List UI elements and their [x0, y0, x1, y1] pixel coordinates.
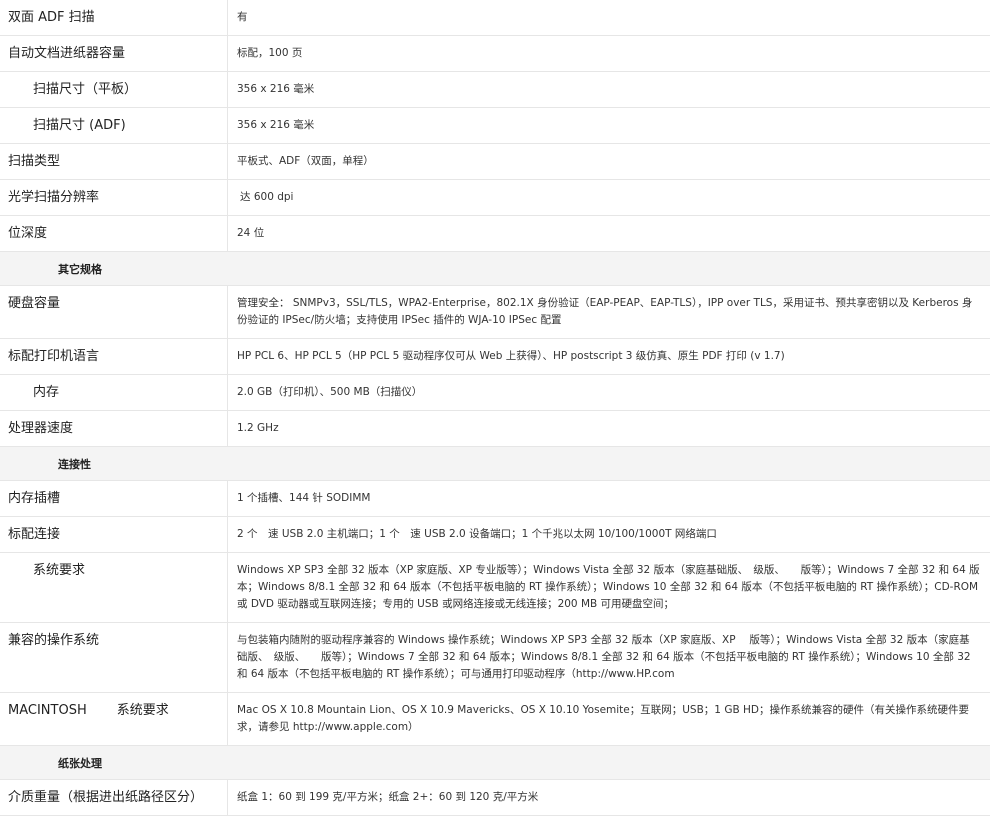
spec-label: 系统要求: [0, 553, 228, 623]
spec-label: 标配连接: [0, 517, 228, 553]
spec-row: 双面 ADF 扫描 有: [0, 0, 990, 36]
spec-value: 24 位: [228, 216, 990, 252]
spec-value: HP PCL 6、HP PCL 5（HP PCL 5 驱动程序仅可从 Web 上…: [228, 339, 990, 375]
spec-row: 扫描尺寸 (ADF) 356 x 216 毫米: [0, 108, 990, 144]
spec-value: 1 个插槽、144 针 SODIMM: [228, 481, 990, 517]
spec-value: Mac OS X 10.8 Mountain Lion、OS X 10.9 Ma…: [228, 693, 990, 746]
section-header-row: 其它规格: [0, 252, 990, 286]
spec-row: 标配打印机语言 HP PCL 6、HP PCL 5（HP PCL 5 驱动程序仅可…: [0, 339, 990, 375]
spec-label: 扫描尺寸 (ADF): [0, 108, 228, 144]
spec-row: 扫描尺寸（平板） 356 x 216 毫米: [0, 72, 990, 108]
spec-label-text: 扫描类型: [8, 154, 60, 169]
section-header: 连接性: [0, 447, 990, 481]
spec-label-text: 硬盘容量: [8, 296, 60, 311]
spec-label-text: 标配打印机语言: [8, 349, 99, 364]
section-header-row: 连接性: [0, 447, 990, 481]
spec-label: 光学扫描分辨率: [0, 180, 228, 216]
section-header-row: 纸张处理: [0, 746, 990, 780]
spec-value: 356 x 216 毫米: [228, 72, 990, 108]
spec-label: 双面 ADF 扫描: [0, 0, 228, 36]
spec-label: 扫描尺寸（平板）: [0, 72, 228, 108]
spec-row: 硬盘容量 管理安全： SNMPv3，SSL/TLS，WPA2-Enterprise…: [0, 286, 990, 339]
section-header: 纸张处理: [0, 746, 990, 780]
spec-label-text: 系统要求: [33, 563, 85, 578]
spec-row: 内存插槽 1 个插槽、144 针 SODIMM: [0, 481, 990, 517]
spec-value: 标配，100 页: [228, 36, 990, 72]
spec-label: 内存插槽: [0, 481, 228, 517]
spec-label: 兼容的操作系统: [0, 623, 228, 693]
spec-value: 纸盒 1：60 到 199 克/平方米；纸盒 2+：60 到 120 克/平方米: [228, 780, 990, 816]
spec-row: MACINTOSH 系统要求 Mac OS X 10.8 Mountain Lion…: [0, 693, 990, 746]
spec-row: 兼容的操作系统 与包装箱内随附的驱动程序兼容的 Windows 操作系统；Wind…: [0, 623, 990, 693]
spec-label: 扫描类型: [0, 144, 228, 180]
spec-row: 内存 2.0 GB（打印机）、500 MB（扫描仪）: [0, 375, 990, 411]
spec-label: 自动文档进纸器容量: [0, 36, 228, 72]
spec-row: 光学扫描分辨率 达 600 dpi: [0, 180, 990, 216]
spec-label-text: 扫描尺寸（平板）: [33, 82, 137, 97]
spec-value: 平板式、ADF（双面，单程）: [228, 144, 990, 180]
spec-label-text: 双面 ADF 扫描: [8, 10, 95, 25]
spec-table: 双面 ADF 扫描 有自动文档进纸器容量 标配，100 页扫描尺寸（平板） 356 x…: [0, 0, 990, 816]
spec-label-text: 内存: [33, 385, 59, 400]
spec-value: 2 个 速 USB 2.0 主机端口；1 个 速 USB 2.0 设备端口；1 …: [228, 517, 990, 553]
spec-value: 2.0 GB（打印机）、500 MB（扫描仪）: [228, 375, 990, 411]
spec-value: 达 600 dpi: [228, 180, 990, 216]
spec-label-text: 内存插槽: [8, 491, 60, 506]
spec-table-body: 双面 ADF 扫描 有自动文档进纸器容量 标配，100 页扫描尺寸（平板） 356 x…: [0, 0, 990, 816]
section-header: 其它规格: [0, 252, 990, 286]
spec-label-text: 位深度: [8, 226, 47, 241]
spec-label-text: 扫描尺寸 (ADF): [33, 118, 126, 133]
spec-row: 位深度 24 位: [0, 216, 990, 252]
spec-label: 标配打印机语言: [0, 339, 228, 375]
spec-value: 356 x 216 毫米: [228, 108, 990, 144]
spec-value: 有: [228, 0, 990, 36]
spec-row: 自动文档进纸器容量 标配，100 页: [0, 36, 990, 72]
spec-row: 处理器速度 1.2 GHz: [0, 411, 990, 447]
spec-label: 内存: [0, 375, 228, 411]
spec-label-text: 兼容的操作系统: [8, 633, 99, 648]
spec-label: 处理器速度: [0, 411, 228, 447]
spec-value: 1.2 GHz: [228, 411, 990, 447]
spec-label-text: 自动文档进纸器容量: [8, 46, 125, 61]
spec-label-text: MACINTOSH: [8, 703, 87, 718]
spec-label: 介质重量（根据进出纸路径区分）: [0, 780, 228, 816]
spec-label-suffix: 系统要求: [117, 703, 169, 718]
spec-row: 介质重量（根据进出纸路径区分） 纸盒 1：60 到 199 克/平方米；纸盒 2+…: [0, 780, 990, 816]
spec-label-text: 标配连接: [8, 527, 60, 542]
spec-value: 与包装箱内随附的驱动程序兼容的 Windows 操作系统；Windows XP …: [228, 623, 990, 693]
spec-label-text: 处理器速度: [8, 421, 73, 436]
spec-label: 位深度: [0, 216, 228, 252]
spec-label: 硬盘容量: [0, 286, 228, 339]
spec-label: MACINTOSH 系统要求: [0, 693, 228, 746]
spec-row: 扫描类型 平板式、ADF（双面，单程）: [0, 144, 990, 180]
spec-value: 管理安全： SNMPv3，SSL/TLS，WPA2-Enterprise，802…: [228, 286, 990, 339]
spec-label-text: 介质重量（根据进出纸路径区分）: [8, 790, 203, 805]
spec-value: Windows XP SP3 全部 32 版本（XP 家庭版、XP 专业版等）；…: [228, 553, 990, 623]
spec-label-text: 光学扫描分辨率: [8, 190, 99, 205]
spec-row: 系统要求 Windows XP SP3 全部 32 版本（XP 家庭版、XP 专业…: [0, 553, 990, 623]
spec-row: 标配连接 2 个 速 USB 2.0 主机端口；1 个 速 USB 2.0 设备端…: [0, 517, 990, 553]
